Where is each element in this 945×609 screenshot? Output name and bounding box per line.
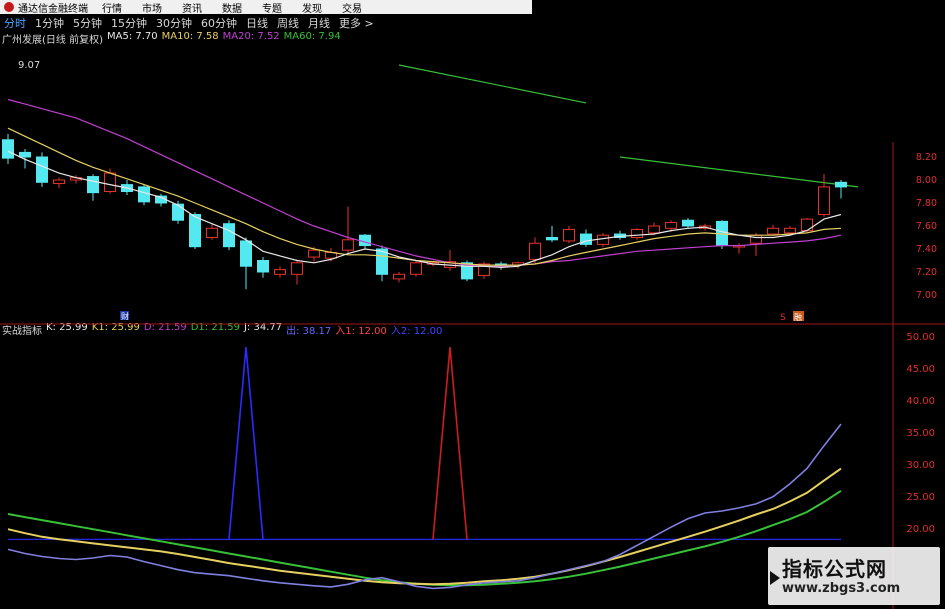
candle-body [563,228,575,242]
candle-body [359,234,371,247]
candle-body [784,227,796,234]
k-line [7,467,842,586]
candle-body [835,181,847,188]
candle-body [240,240,252,267]
kline-chart[interactable]: 9.07 财 S 融 [0,0,945,609]
candle-body [818,186,830,215]
watermark: 指标公式网 www.zbgs3.com [768,547,940,605]
watermark-title: 指标公式网 [782,557,887,581]
j-line [7,423,842,590]
candle-body [682,219,694,227]
candle-body [36,156,48,183]
candle-body [291,262,303,275]
s-marker-label: S [780,313,786,323]
candle-body [597,234,609,245]
candle-body [138,186,150,203]
candle-body [767,227,779,235]
candle-body [206,227,218,239]
candle-body [342,239,354,251]
ma60-line [619,156,859,188]
candle-body [2,139,14,159]
candle-body [631,228,643,238]
candle-body [274,269,286,275]
candle-body [189,214,201,248]
d-line [7,489,842,587]
candle-body [53,179,65,184]
candle-body [801,218,813,232]
candle-body [410,262,422,275]
candle-body [104,172,116,193]
high-price-label: 9.07 [18,60,40,71]
candle-body [257,260,269,273]
candle-body [308,249,320,258]
signal-spike [228,347,264,540]
candle-body [172,203,184,221]
watermark-url: www.zbgs3.com [782,581,901,596]
ma60-layer [398,64,859,188]
candle-body [529,242,541,260]
candle-body [580,233,592,245]
candle-body [546,237,558,241]
candle-body [665,222,677,229]
candles-layer [2,134,847,290]
indicator-layer [7,347,842,590]
candle-body [87,176,99,194]
finance-marker-label: 财 [121,311,129,321]
signal-spike [432,347,468,540]
candle-body [648,225,660,234]
candle-body [19,151,31,158]
margin-marker-label: 融 [794,312,802,322]
candle-body [223,223,235,248]
ma60-line [398,64,587,104]
cursor-arrow-icon [770,571,780,585]
candle-body [393,273,405,280]
